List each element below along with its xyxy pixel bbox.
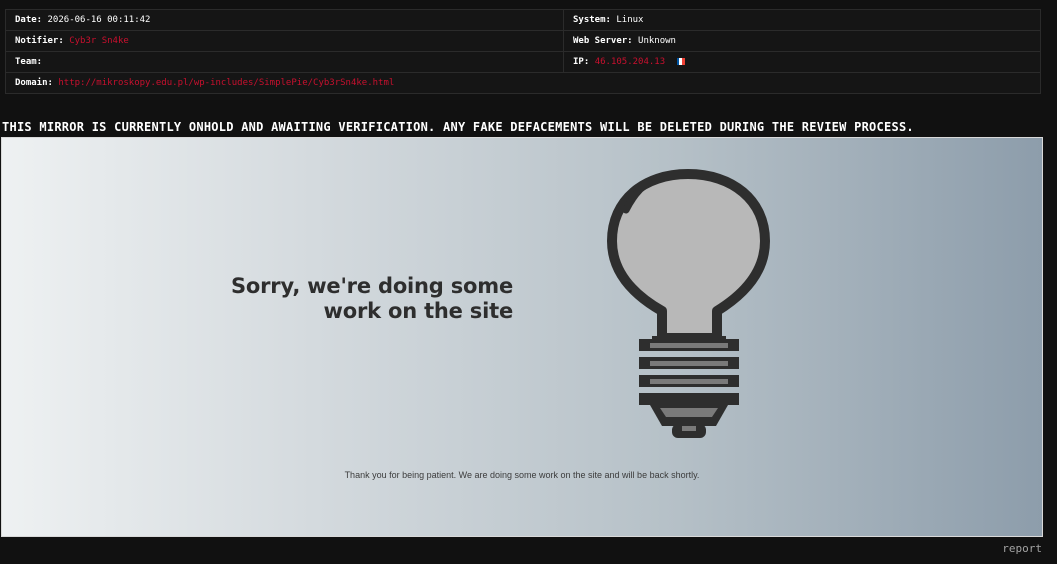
domain-cell: Domain: http://mikroskopy.edu.pl/wp-incl… [5,72,1041,94]
mirror-preview-frame: Sorry, we're doing some work on the site… [1,137,1043,537]
system-value: Linux [616,15,644,25]
webserver-value: Unknown [638,36,676,46]
bulb-thread-3-inner [650,379,728,384]
team-label: Team: [15,57,43,67]
maintenance-subtext: Thank you for being patient. We are doin… [344,470,700,480]
bulb-contact-inner [682,426,696,431]
webserver-label: Web Server: [573,36,633,46]
bulb-cap-inner [660,408,718,417]
maintenance-headline: Sorry, we're doing some work on the site [231,274,513,324]
bulb-thread-2-inner [650,361,728,366]
bulb-thread-1-inner [650,343,728,348]
mirror-info-table: Date: 2026-06-16 00:11:42 System: Linux … [5,9,1041,94]
notifier-cell: Notifier: Cyb3r Sn4ke [5,30,564,52]
france-flag-icon [676,58,685,65]
webserver-cell: Web Server: Unknown [563,30,1041,52]
date-label: Date: [15,15,43,25]
bulb-reflection-dot [651,173,664,183]
system-label: System: [573,15,611,25]
flag-stripe-red [681,58,685,65]
notifier-link[interactable]: Cyb3r Sn4ke [69,36,129,46]
ip-label: IP: [573,57,590,67]
domain-link[interactable]: http://mikroskopy.edu.pl/wp-includes/Sim… [58,78,394,88]
system-cell: System: Linux [563,9,1041,31]
date-value: 2026-06-16 00:11:42 [47,15,151,25]
date-cell: Date: 2026-06-16 00:11:42 [5,9,564,31]
headline-line-2: work on the site [323,299,514,323]
notifier-label: Notifier: [15,36,64,46]
onhold-notice: THIS MIRROR IS CURRENTLY ONHOLD AND AWAI… [2,120,914,134]
ip-cell: IP: 46.105.204.13 [563,51,1041,73]
bulb-thread-4 [639,393,739,405]
lightbulb-icon [607,169,770,438]
report-link[interactable]: report [1002,542,1042,555]
domain-label: Domain: [15,78,53,88]
team-cell: Team: [5,51,564,73]
ip-link[interactable]: 46.105.204.13 [595,57,665,67]
headline-line-1: Sorry, we're doing some [231,274,513,298]
